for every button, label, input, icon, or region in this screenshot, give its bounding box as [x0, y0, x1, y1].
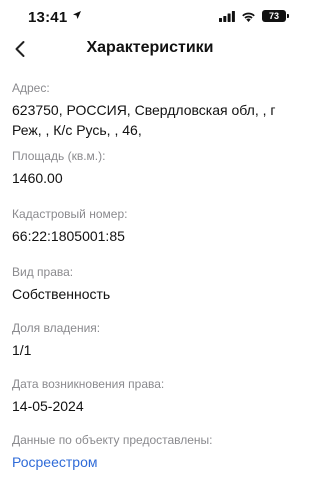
wifi-icon: [242, 12, 255, 22]
field-right-type: Вид права: Собственность: [12, 264, 110, 304]
field-label: Адрес:: [12, 81, 50, 95]
status-icons: 73: [219, 10, 289, 22]
field-label: Дата возникновения права:: [12, 377, 165, 391]
field-label: Площадь (кв.м.):: [12, 149, 106, 163]
cellular-signal-icon: [219, 10, 235, 22]
field-data-source: Данные по объекту предоставлены: Росреес…: [12, 432, 213, 472]
field-value: 66:22:1805001:85: [12, 228, 125, 244]
field-cadastral-number: Кадастровый номер: 66:22:1805001:85: [12, 206, 127, 246]
battery-level: 73: [268, 11, 279, 21]
field-right-date: Дата возникновения права: 14-05-2024: [12, 376, 164, 416]
location-arrow-icon: [73, 11, 81, 19]
nav-bar: Характеристики: [0, 34, 300, 64]
page-title: Характеристики: [86, 39, 214, 56]
field-ownership-share: Доля владения: 1/1: [12, 320, 100, 360]
field-label: Данные по объекту предоставлены:: [12, 433, 213, 447]
field-area: Площадь (кв.м.): 1460.00: [12, 148, 105, 188]
status-time: 13:41: [28, 9, 68, 26]
status-bar: 13:41 73: [0, 0, 300, 34]
field-label: Вид права:: [12, 265, 74, 279]
data-source-link[interactable]: Росреестром: [12, 452, 213, 472]
battery-icon: 73: [262, 10, 289, 22]
field-value: 1/1: [12, 342, 32, 358]
field-address: Адрес: 623750, РОССИЯ, Свердловская обл,…: [12, 80, 297, 140]
field-value: 623750, РОССИЯ, Свердловская обл, , г Ре…: [12, 102, 276, 138]
field-value: Собственность: [12, 286, 111, 302]
field-label: Доля владения:: [12, 321, 101, 335]
field-value: 1460.00: [12, 170, 63, 186]
field-value: 14-05-2024: [12, 398, 84, 414]
field-label: Кадастровый номер:: [12, 207, 128, 221]
